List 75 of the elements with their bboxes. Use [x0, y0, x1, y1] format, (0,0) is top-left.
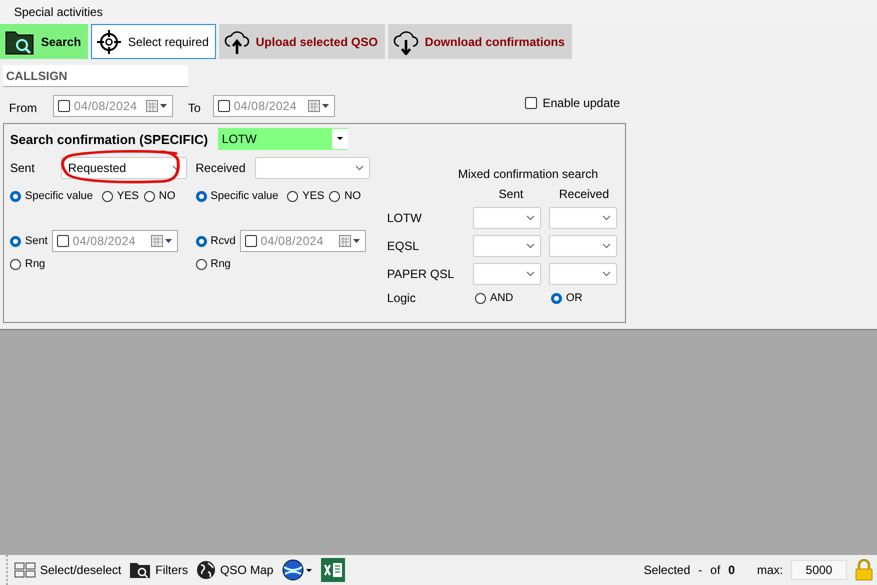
chevron-down-icon[interactable] — [526, 271, 535, 277]
date-value: 04/08/2024 — [260, 234, 325, 248]
radio-button[interactable]: AND — [475, 292, 514, 304]
chevron-down-icon[interactable] — [602, 271, 611, 277]
selected-label: Selected — [644, 563, 690, 577]
separator-text: - — [698, 563, 702, 577]
calendar-dropdown-icon[interactable] — [150, 235, 173, 247]
dropdown[interactable]: Requested — [61, 157, 187, 179]
column-header: Sent — [498, 187, 524, 201]
crosshair-icon — [96, 28, 122, 54]
row-label: LOTW — [387, 211, 423, 225]
date-picker[interactable]: 04/08/2024 — [240, 230, 366, 252]
radio-button[interactable]: YES — [287, 190, 324, 202]
row-label: EQSL — [387, 239, 420, 253]
toolbar-button[interactable]: Download confirmations — [388, 24, 572, 59]
status-bar-button[interactable]: Filters — [129, 561, 188, 579]
callsign-field[interactable]: CALLSIGN — [3, 65, 188, 87]
radio-button[interactable]: Specific value — [10, 190, 93, 202]
chevron-down-icon[interactable] — [172, 165, 181, 171]
status-bar-button[interactable]: Select/deselect — [14, 562, 122, 578]
grid-icon — [14, 562, 36, 578]
column-header: Received — [558, 187, 610, 201]
folder-search-icon — [5, 28, 35, 54]
spreadsheet-icon[interactable] — [321, 558, 346, 582]
radio-button[interactable]: YES — [102, 190, 139, 202]
row-label: PAPER QSL — [387, 267, 456, 281]
radio-button[interactable]: Rcvd — [196, 235, 236, 247]
chevron-down-icon[interactable] — [354, 165, 364, 171]
date-value: 04/08/2024 — [72, 234, 137, 248]
group-title: Search confirmation (SPECIFIC) — [10, 132, 208, 146]
chevron-down-icon[interactable] — [526, 215, 535, 221]
dropdown[interactable]: LOTW — [218, 128, 348, 150]
checkbox[interactable] — [218, 100, 230, 112]
toolbar-button[interactable]: Search — [0, 24, 88, 59]
toolbar-button[interactable]: Upload selected QSO — [218, 24, 385, 59]
radio-button[interactable]: Specific value — [196, 190, 278, 202]
toolbar-button[interactable]: Select required — [91, 24, 216, 59]
checkbox[interactable]: Enable update — [524, 96, 620, 110]
selected-count: 0 — [728, 563, 735, 577]
cloud-upload-icon — [224, 28, 250, 54]
radio-button[interactable]: Rng — [196, 258, 231, 270]
radio-button[interactable]: Sent — [10, 235, 48, 247]
max-field[interactable]: 5000 — [791, 560, 847, 580]
date-picker[interactable]: 04/08/2024 — [212, 95, 335, 117]
calendar-dropdown-icon[interactable] — [338, 235, 361, 247]
cloud-download-icon — [392, 28, 419, 54]
radio-button[interactable]: NO — [144, 190, 176, 202]
chevron-down-icon[interactable] — [526, 243, 535, 249]
date-value: 04/08/2024 — [234, 99, 298, 113]
max-label: max: — [756, 563, 783, 577]
radio-button[interactable]: OR — [551, 292, 582, 304]
section-title: Mixed confirmation search — [456, 167, 600, 181]
field-label: Received — [196, 161, 247, 175]
date-picker[interactable]: 04/08/2024 — [52, 230, 178, 252]
calendar-dropdown-icon[interactable] — [308, 100, 330, 112]
chevron-down-icon[interactable] — [602, 215, 611, 221]
radio-button[interactable]: Rng — [10, 258, 46, 270]
checkbox[interactable] — [56, 235, 69, 247]
globe-icon — [196, 560, 216, 580]
checkbox[interactable] — [58, 100, 70, 112]
row-label: Logic — [387, 291, 417, 305]
caret-icon[interactable] — [336, 137, 343, 141]
status-bar-button[interactable]: QSO Map — [196, 560, 274, 580]
field-label: Sent — [10, 161, 36, 175]
folder-search-icon — [129, 561, 152, 579]
checkbox[interactable] — [244, 235, 257, 247]
date-picker[interactable]: 04/08/2024 — [53, 95, 173, 117]
from-label: From — [9, 101, 38, 115]
of-label: of — [710, 563, 720, 577]
chevron-down-icon[interactable] — [602, 243, 611, 249]
date-value: 04/08/2024 — [74, 99, 138, 113]
to-label: To — [188, 101, 201, 115]
calendar-dropdown-icon[interactable] — [146, 100, 168, 112]
globe-dropdown-icon[interactable] — [281, 558, 314, 582]
radio-button[interactable]: NO — [329, 190, 361, 202]
